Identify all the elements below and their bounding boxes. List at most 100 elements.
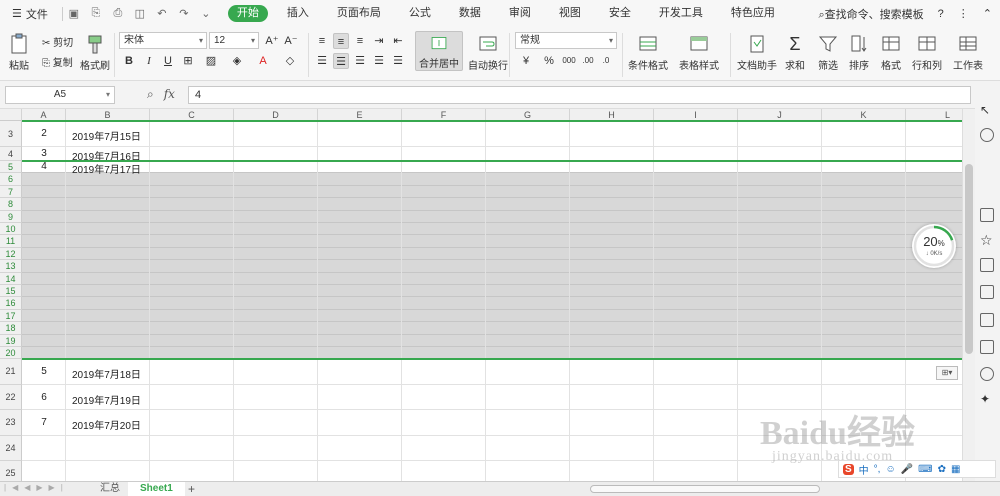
fill-color-icon[interactable]: ◈ xyxy=(229,53,245,69)
paste-button[interactable]: 粘贴 xyxy=(8,33,30,72)
menu-grid-icon[interactable]: ▦ xyxy=(951,464,960,475)
tab-9[interactable]: 特色应用 xyxy=(717,0,789,27)
name-box[interactable]: A5 ▾ xyxy=(5,86,115,104)
row-header-9[interactable]: 9 xyxy=(0,210,22,223)
image-icon[interactable] xyxy=(980,313,994,327)
cell-a5[interactable]: 4 xyxy=(22,161,66,172)
doc-helper-button[interactable]: 文档助手 xyxy=(737,33,777,72)
tab-2[interactable]: 页面布局 xyxy=(323,0,395,27)
file-menu[interactable]: ☰ 文件 xyxy=(0,0,58,27)
row-header-6[interactable]: 6 xyxy=(0,173,22,186)
tab-8[interactable]: 开发工具 xyxy=(645,0,717,27)
more-icon[interactable]: ⋮ xyxy=(958,7,969,20)
format-button[interactable]: 格式 xyxy=(880,33,902,72)
microphone-icon[interactable]: 🎤 xyxy=(901,464,913,475)
vertical-scrollbar[interactable] xyxy=(962,109,975,481)
border-icon[interactable]: ⊞ xyxy=(180,53,196,69)
rows-cols-button[interactable]: 行和列 xyxy=(912,33,942,72)
thousands-icon[interactable]: 000 xyxy=(561,53,577,69)
save-icon[interactable]: ▣ xyxy=(67,7,81,21)
increase-font-icon[interactable]: A⁺ xyxy=(264,33,280,49)
skin-icon[interactable]: ✿ xyxy=(938,464,946,475)
row-header-22[interactable]: 22 xyxy=(0,384,22,411)
punctuation-icon[interactable]: °, xyxy=(874,464,881,475)
worksheet-button[interactable]: 工作表 xyxy=(953,33,983,72)
decrease-font-icon[interactable]: A⁻ xyxy=(283,33,299,49)
wrap-text-button[interactable]: 自动换行 xyxy=(468,33,508,72)
sheet-tab-summary[interactable]: 汇总 xyxy=(88,482,132,496)
font-size-select[interactable]: 12 ▾ xyxy=(209,32,259,49)
row-header-4[interactable]: 4 xyxy=(0,147,22,161)
tab-5[interactable]: 审阅 xyxy=(495,0,545,27)
backup-icon[interactable] xyxy=(980,340,994,354)
tab-3[interactable]: 公式 xyxy=(395,0,445,27)
row-header-11[interactable]: 11 xyxy=(0,235,22,248)
font-name-select[interactable]: 宋体 ▾ xyxy=(119,32,207,49)
row-header-5[interactable]: 5 xyxy=(0,161,22,174)
row-header-16[interactable]: 16 xyxy=(0,297,22,310)
share-icon[interactable] xyxy=(980,285,994,299)
underline-button[interactable]: U xyxy=(160,53,176,69)
fx-button[interactable]: fx xyxy=(164,87,175,101)
cell-b3[interactable]: 2019年7月15日 xyxy=(72,128,141,143)
fill-style-icon[interactable]: ▨ xyxy=(203,53,219,69)
cell-a21[interactable]: 5 xyxy=(22,366,66,377)
number-format-select[interactable]: 常规 ▾ xyxy=(515,32,617,49)
export-icon[interactable]: ⎘ xyxy=(89,7,103,21)
row-header-7[interactable]: 7 xyxy=(0,185,22,199)
row-header-20[interactable]: 20 xyxy=(0,347,22,360)
network-speed-widget[interactable]: 20% ↓ 0K/s xyxy=(912,224,956,268)
tools-icon[interactable]: ✦ xyxy=(980,392,994,406)
outdent-icon[interactable]: ⇤ xyxy=(390,33,406,49)
cell-a23[interactable]: 7 xyxy=(22,417,66,428)
cell-b22[interactable]: 2019年7月19日 xyxy=(72,392,141,407)
align-center-icon[interactable]: ☰ xyxy=(333,53,349,69)
row-header-12[interactable]: 12 xyxy=(0,247,22,261)
redo-icon[interactable]: ↷ xyxy=(177,7,191,21)
decrease-decimal-icon[interactable]: .0 xyxy=(598,53,614,69)
increase-decimal-icon[interactable]: .00 xyxy=(580,53,596,69)
tab-1[interactable]: 插入 xyxy=(273,0,323,27)
distribute-icon[interactable]: ☰ xyxy=(390,53,406,69)
tab-0[interactable]: 开始 xyxy=(227,5,268,22)
align-left-icon[interactable]: ☰ xyxy=(314,53,330,69)
row-header-23[interactable]: 23 xyxy=(0,410,22,436)
horizontal-scrollbar[interactable] xyxy=(590,485,820,493)
cut-button[interactable]: ✂ 剪切 xyxy=(42,34,73,49)
row-header-3[interactable]: 3 xyxy=(0,121,22,147)
cursor-icon[interactable]: ↖ xyxy=(980,103,994,117)
keyboard-icon[interactable]: ⌨ xyxy=(918,464,932,475)
tab-6[interactable]: 视图 xyxy=(545,0,595,27)
add-sheet-button[interactable]: + xyxy=(176,482,207,496)
sheet-nav-icons[interactable]: |◀◀▶▶| xyxy=(4,483,69,492)
row-header-14[interactable]: 14 xyxy=(0,272,22,285)
chinese-mode-icon[interactable]: 中 xyxy=(859,462,869,477)
conditional-format-button[interactable]: 条件格式 xyxy=(628,33,668,72)
format-painter-button[interactable]: 格式刷 xyxy=(80,33,110,72)
tab-4[interactable]: 数据 xyxy=(445,0,495,27)
help-button[interactable]: ? xyxy=(938,8,944,20)
print-preview-icon[interactable]: ◫ xyxy=(133,7,147,21)
emoji-icon[interactable]: ☺ xyxy=(885,464,895,475)
cell-b23[interactable]: 2019年7月20日 xyxy=(72,417,141,432)
zoom-icon[interactable]: ⌕ xyxy=(147,87,154,101)
percent-button[interactable]: % xyxy=(541,53,557,69)
row-header-18[interactable]: 18 xyxy=(0,322,22,335)
customize-dropdown-icon[interactable]: ⌄ xyxy=(199,7,213,21)
currency-icon[interactable]: ¥ xyxy=(518,53,534,69)
copy-button[interactable]: ⎘ 复制 xyxy=(42,54,73,69)
star-icon[interactable]: ☆ xyxy=(980,233,994,247)
indent-icon[interactable]: ⇥ xyxy=(371,33,387,49)
cell-a3[interactable]: 2 xyxy=(22,128,66,139)
collapse-icon[interactable]: ⌃ xyxy=(983,7,992,20)
row-header-8[interactable]: 8 xyxy=(0,198,22,211)
ime-logo-icon[interactable]: S xyxy=(843,463,854,475)
table-style-button[interactable]: 表格样式 xyxy=(679,33,719,72)
sum-button[interactable]: Σ 求和 xyxy=(784,33,806,72)
tab-7[interactable]: 安全 xyxy=(595,0,645,27)
shape-icon[interactable] xyxy=(980,128,994,142)
italic-button[interactable]: I xyxy=(141,53,157,69)
cell-b5[interactable]: 2019年7月17日 xyxy=(72,161,141,176)
row-header-15[interactable]: 15 xyxy=(0,285,22,298)
cell-a4[interactable]: 3 xyxy=(22,148,66,159)
